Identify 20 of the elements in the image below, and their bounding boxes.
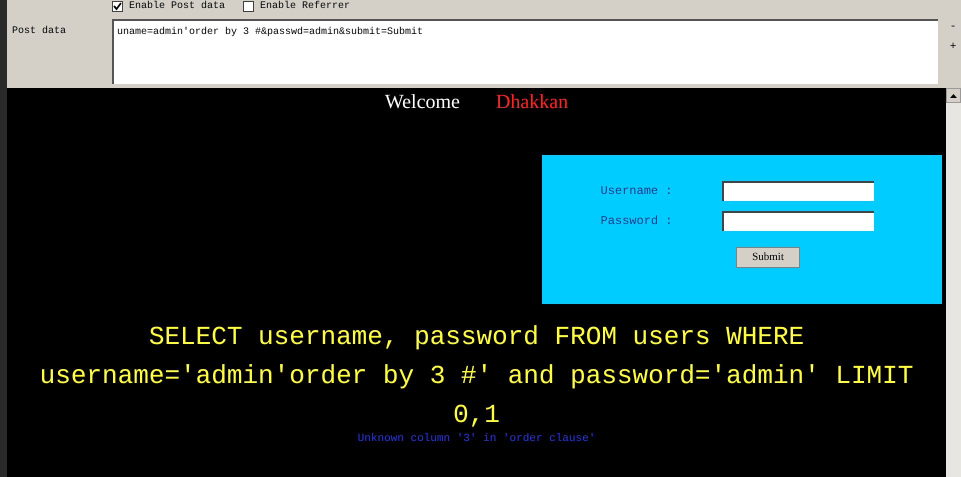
scroll-up-button[interactable] — [946, 88, 961, 103]
error-message: Unknown column '3' in 'order clause' — [358, 432, 596, 447]
checkbox[interactable] — [112, 1, 123, 12]
post-data-label: Post data — [12, 26, 66, 37]
check-icon — [113, 2, 122, 11]
post-data-field[interactable]: uname=admin'order by 3 #&passwd=admin&submit=Submit — [112, 19, 938, 84]
zoom-button[interactable]: - — [950, 20, 956, 34]
zoom-button[interactable]: + — [950, 40, 956, 54]
welcome-text: Welcome — [384, 90, 460, 115]
checkbox[interactable] — [243, 1, 254, 12]
submit-button[interactable]: Submit — [736, 247, 800, 268]
checkbox-label: Enable Referrer — [260, 0, 350, 14]
checkbox-label: Enable Post data — [129, 0, 226, 14]
field-label: Password : — [600, 212, 674, 230]
user-name: Dhakkan — [496, 90, 568, 115]
field-label: Username : — [600, 182, 674, 200]
query-text: SELECT username, password FROM users WHERE username='admin'order by 3 #' and password='admin' LIMIT 0,1 — [38, 321, 914, 432]
input-field[interactable] — [722, 180, 874, 200]
input-field[interactable] — [722, 210, 874, 230]
up-arrow-icon — [950, 94, 957, 98]
